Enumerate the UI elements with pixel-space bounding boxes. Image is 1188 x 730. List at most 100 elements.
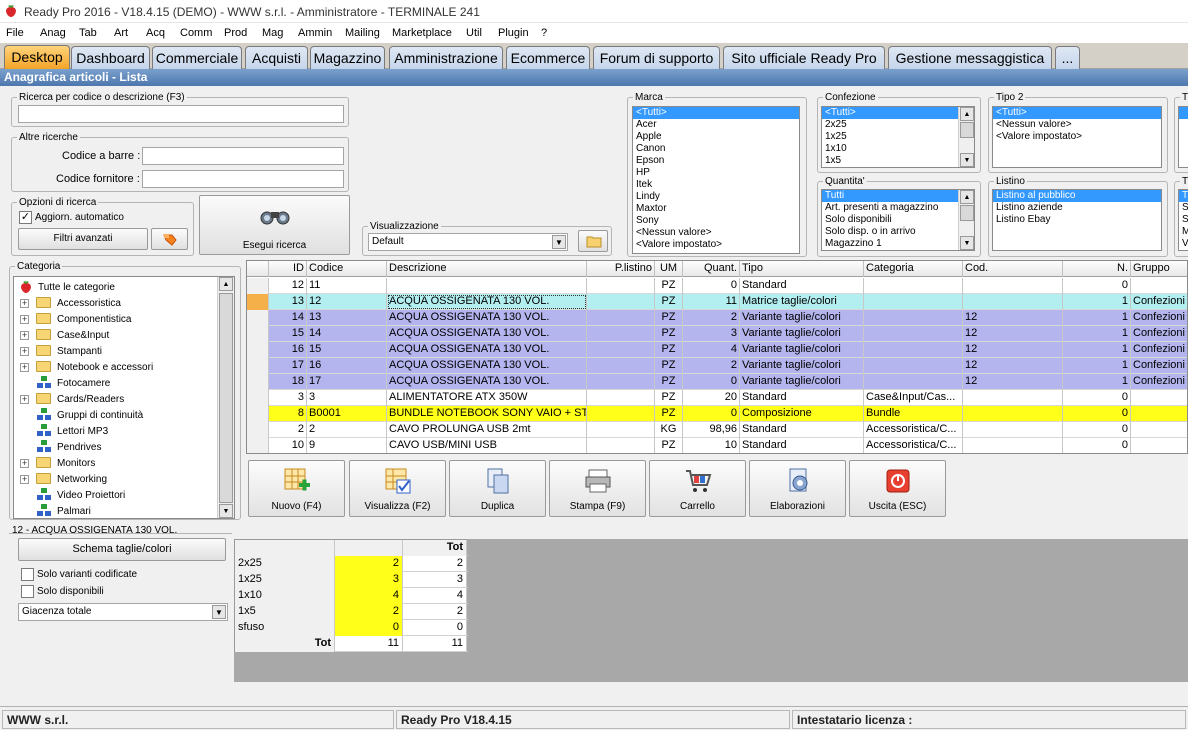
cell-desc[interactable]: ACQUA OSSIGENATA 130 VOL. bbox=[387, 342, 587, 358]
cell-plistino[interactable] bbox=[587, 278, 655, 294]
cell-codice[interactable]: 12 bbox=[307, 294, 387, 310]
size-color-scheme-button[interactable]: Schema taglie/colori bbox=[18, 538, 226, 561]
expand-icon[interactable]: + bbox=[20, 347, 29, 356]
list-item[interactable]: M bbox=[1179, 226, 1188, 238]
cell-desc[interactable]: ALIMENTATORE ATX 350W bbox=[387, 390, 587, 406]
cell-um[interactable]: KG bbox=[655, 422, 683, 438]
list-item[interactable]: <Tutti> bbox=[993, 107, 1161, 119]
cell-id[interactable]: 13 bbox=[269, 294, 307, 310]
menu-acq[interactable]: Acq bbox=[146, 27, 165, 39]
cell-id[interactable]: 8 bbox=[269, 406, 307, 422]
tree-node[interactable]: + Monitors bbox=[14, 455, 214, 471]
brand-list[interactable]: <Tutti> Acer Apple Canon Epson HP Itek Lindy Max… bbox=[632, 106, 800, 254]
only-available-checkbox[interactable] bbox=[21, 585, 34, 598]
list-item[interactable]: <Tutti> bbox=[822, 107, 974, 119]
list-item[interactable]: HP bbox=[633, 167, 799, 179]
table-row[interactable]: 18 17 ACQUA OSSIGENATA 130 VOL. PZ 0 Variante… bbox=[247, 374, 1187, 390]
tab-dashboard[interactable]: Dashboard bbox=[71, 46, 150, 69]
exit-button[interactable]: Uscita (ESC) bbox=[849, 460, 946, 517]
cell-tipo[interactable]: Standard bbox=[740, 278, 864, 294]
row-indicator[interactable] bbox=[247, 390, 269, 406]
tree-node[interactable]: Lettori MP3 bbox=[14, 423, 214, 439]
list-item[interactable]: Apple bbox=[633, 131, 799, 143]
cell-tipo[interactable]: Variante taglie/colori bbox=[740, 326, 864, 342]
matrix-cell-value[interactable]: 2 bbox=[335, 556, 403, 572]
scroll-up-icon[interactable]: ▲ bbox=[960, 107, 974, 121]
matrix-row[interactable]: 1x25 3 3 bbox=[235, 572, 468, 588]
scroll-down-icon[interactable]: ▼ bbox=[960, 236, 974, 250]
list-item[interactable]: Lindy bbox=[633, 191, 799, 203]
cell-gruppo[interactable] bbox=[1131, 278, 1187, 294]
tree-node[interactable]: + Stampanti bbox=[14, 343, 214, 359]
cell-quant[interactable]: 3 bbox=[683, 326, 740, 342]
row-indicator[interactable] bbox=[247, 358, 269, 374]
list-item[interactable]: V bbox=[1179, 238, 1188, 250]
cell-desc[interactable]: CAVO PROLUNGA USB 2mt bbox=[387, 422, 587, 438]
cell-tipo[interactable]: Standard bbox=[740, 390, 864, 406]
cell-codice[interactable]: 17 bbox=[307, 374, 387, 390]
cell-tipo[interactable]: Matrice taglie/colori bbox=[740, 294, 864, 310]
cell-n[interactable]: 0 bbox=[1063, 390, 1131, 406]
cell-desc[interactable]: ACQUA OSSIGENATA 130 VOL. bbox=[387, 358, 587, 374]
cell-cat[interactable] bbox=[864, 374, 963, 390]
cell-plistino[interactable] bbox=[587, 406, 655, 422]
expand-icon[interactable]: + bbox=[20, 299, 29, 308]
list-item[interactable]: Listino Ebay bbox=[993, 214, 1161, 226]
cell-codice[interactable]: 16 bbox=[307, 358, 387, 374]
table-row[interactable]: 17 16 ACQUA OSSIGENATA 130 VOL. PZ 2 Variante… bbox=[247, 358, 1187, 374]
scroll-thumb[interactable] bbox=[960, 122, 974, 138]
cell-tipo[interactable]: Variante taglie/colori bbox=[740, 374, 864, 390]
cell-codice[interactable]: 3 bbox=[307, 390, 387, 406]
cell-tipo[interactable]: Composizione bbox=[740, 406, 864, 422]
list-item[interactable]: 1x25 bbox=[822, 131, 974, 143]
list-item[interactable]: 1x10 bbox=[822, 143, 974, 155]
cell-codice[interactable]: B0001 bbox=[307, 406, 387, 422]
cell-cod[interactable] bbox=[963, 406, 1063, 422]
tab-gestione-messaggistica[interactable]: Gestione messaggistica bbox=[888, 46, 1052, 69]
cell-desc[interactable]: ACQUA OSSIGENATA 130 VOL. bbox=[387, 294, 587, 310]
scroll-down-icon[interactable]: ▼ bbox=[960, 153, 974, 167]
menu-anag[interactable]: Anag bbox=[40, 27, 66, 39]
open-view-button[interactable] bbox=[578, 230, 608, 252]
column-header-n[interactable]: N. bbox=[1063, 261, 1131, 277]
pricelist-list[interactable]: Listino al pubblico Listino aziende Listin… bbox=[992, 189, 1162, 251]
cell-cod[interactable] bbox=[963, 390, 1063, 406]
tree-node[interactable]: Gruppi di continuità bbox=[14, 407, 214, 423]
cell-desc[interactable] bbox=[387, 278, 587, 294]
list-item[interactable]: Magazzino 1 bbox=[822, 238, 974, 250]
cell-id[interactable]: 12 bbox=[269, 278, 307, 294]
cell-um[interactable]: PZ bbox=[655, 406, 683, 422]
list-item[interactable]: 2x25 bbox=[822, 119, 974, 131]
cell-id[interactable]: 2 bbox=[269, 422, 307, 438]
column-header-um[interactable]: UM bbox=[655, 261, 683, 277]
scroll-thumb[interactable] bbox=[960, 205, 974, 221]
expand-icon[interactable]: + bbox=[20, 331, 29, 340]
cell-quant[interactable]: 2 bbox=[683, 358, 740, 374]
menu-[interactable]: ? bbox=[541, 27, 547, 39]
row-indicator[interactable] bbox=[247, 438, 269, 453]
menu-file[interactable]: File bbox=[6, 27, 24, 39]
cell-plistino[interactable] bbox=[587, 374, 655, 390]
cell-gruppo[interactable]: Confezioni bbox=[1131, 374, 1187, 390]
cell-quant[interactable]: 0 bbox=[683, 374, 740, 390]
cell-plistino[interactable] bbox=[587, 310, 655, 326]
cell-gruppo[interactable]: Confezioni bbox=[1131, 326, 1187, 342]
cell-plistino[interactable] bbox=[587, 294, 655, 310]
list-item[interactable]: Tutti bbox=[822, 190, 974, 202]
menu-util[interactable]: Util bbox=[466, 27, 482, 39]
matrix-cell-value[interactable]: 2 bbox=[335, 604, 403, 620]
row-indicator[interactable] bbox=[247, 278, 269, 294]
tab-amministrazione[interactable]: Amministrazione bbox=[389, 46, 503, 69]
quantity-scrollbar[interactable]: ▲ ▼ bbox=[958, 190, 974, 250]
column-header-codice[interactable]: Codice bbox=[307, 261, 387, 277]
cell-id[interactable]: 16 bbox=[269, 342, 307, 358]
cell-quant[interactable]: 20 bbox=[683, 390, 740, 406]
tab-magazzino[interactable]: Magazzino bbox=[310, 46, 385, 69]
cell-gruppo[interactable]: Confezioni bbox=[1131, 358, 1187, 374]
list-item[interactable]: Canon bbox=[633, 143, 799, 155]
tree-node[interactable]: + Notebook e accessori bbox=[14, 359, 214, 375]
cell-cod[interactable]: 12 bbox=[963, 358, 1063, 374]
list-item[interactable]: Listino al pubblico bbox=[993, 190, 1161, 202]
list-item[interactable]: Solo disponibili bbox=[822, 214, 974, 226]
table-row[interactable]: 16 15 ACQUA OSSIGENATA 130 VOL. PZ 4 Variante… bbox=[247, 342, 1187, 358]
